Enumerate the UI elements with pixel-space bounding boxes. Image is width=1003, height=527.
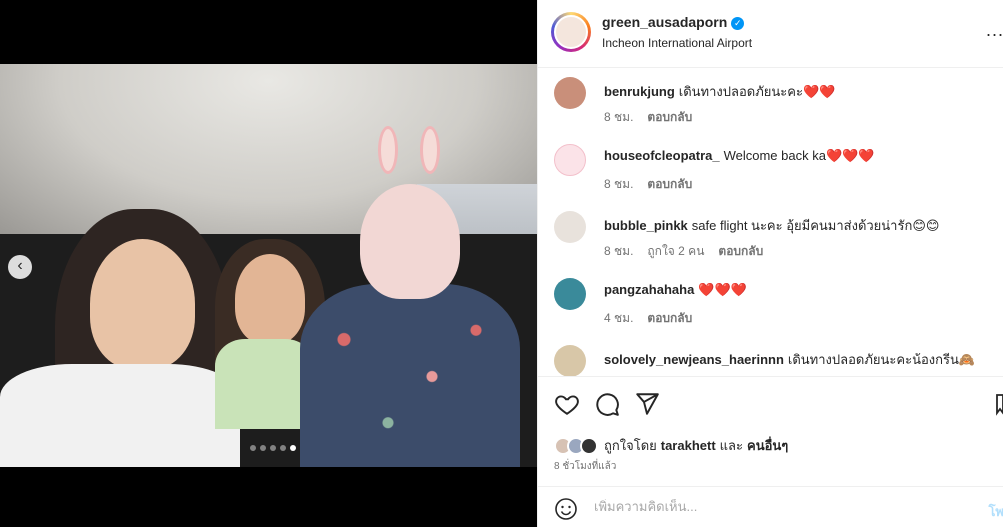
author-username[interactable]: green_ausadaporn [602,14,727,30]
comment-like-count[interactable]: ถูกใจ 2 คน [647,244,704,258]
comment-time: 8 ชม. [604,110,634,124]
comment-username[interactable]: solovely_newjeans_haerinnn [604,352,784,367]
post-comment-button[interactable]: โพ [988,501,1003,522]
comment-username[interactable]: bubble_pinkk [604,218,688,233]
comment-text: เดินทางปลอดภัยนะคะ [678,84,803,99]
comment-text: Welcome back ka [723,148,826,163]
comment-username[interactable]: houseofcleopatra_ [604,148,720,163]
liker-avatars [554,436,598,455]
comment-text: เดินทางปลอดภัยนะคะน้องกรีน🙈 [787,352,976,367]
comment-username[interactable]: pangzahahaha [604,282,694,297]
reply-button[interactable]: ตอบกลับ [647,311,692,325]
post-photo[interactable] [0,64,537,467]
reply-button[interactable]: ตอบกลับ [647,177,692,191]
post-location[interactable]: Incheon International Airport [602,36,752,50]
comment-avatar[interactable] [554,211,586,243]
comment-avatar[interactable] [554,278,586,310]
carousel-dot-active [290,445,296,451]
carousel-dot [270,445,276,451]
heart-icon[interactable] [554,391,580,417]
heart-emoji: ❤️❤️ [802,84,836,99]
comment-text: safe flight นะคะ อุ้ยมีคนมาส่งด้วยน่ารัก… [691,218,940,233]
heart-emoji: ❤️❤️❤️ [698,282,747,297]
comment-time: 4 ชม. [604,311,634,325]
comment-avatar[interactable] [554,345,586,376]
post-side-panel: green_ausadaporn ✓ Incheon International … [537,0,1003,527]
comment-input[interactable] [594,499,944,514]
post-media: ‹ [0,0,537,527]
bunny-emoji-sticker [360,184,460,299]
heart-emoji: ❤️❤️❤️ [825,148,875,163]
carousel-indicator [250,445,296,451]
liker-username[interactable]: tarakhett [661,438,716,453]
comment-icon[interactable] [594,391,620,417]
post-timestamp[interactable]: 8 ชั่วโมงที่แล้ว [554,459,616,474]
other-likers-link[interactable]: คนอื่นๆ [747,435,788,456]
comments-list: benrukjung เดินทางปลอดภัยนะคะ❤️❤️ 8 ชม. ตอ… [538,68,1003,376]
comment-time: 8 ชม. [604,244,634,258]
more-options-icon[interactable]: ... [986,20,1003,41]
comment-time: 8 ชม. [604,177,634,191]
previous-slide-button[interactable]: ‹ [8,255,32,279]
story-ring[interactable] [551,12,591,52]
reply-button[interactable]: ตอบกลับ [647,110,692,124]
reply-button[interactable]: ตอบกลับ [718,244,763,258]
comment-avatar[interactable] [554,77,586,109]
carousel-dot [280,445,286,451]
comment-username[interactable]: benrukjung [604,84,675,99]
carousel-dot [250,445,256,451]
comment-avatar[interactable] [554,144,586,176]
post-header: green_ausadaporn ✓ Incheon International … [538,0,1003,68]
share-icon[interactable] [634,391,660,417]
avatar [554,15,588,49]
post-actions: ถูกใจโดย tarakhett และ คนอื่นๆ 8 ชั่วโมงที่… [538,376,1003,486]
likes-summary[interactable]: ถูกใจโดย tarakhett และ คนอื่นๆ [554,435,792,456]
emoji-icon[interactable] [554,497,578,521]
carousel-dot [260,445,266,451]
save-icon[interactable] [996,391,1003,417]
verified-badge-icon: ✓ [731,17,745,30]
add-comment-bar: โพ [538,486,1003,527]
